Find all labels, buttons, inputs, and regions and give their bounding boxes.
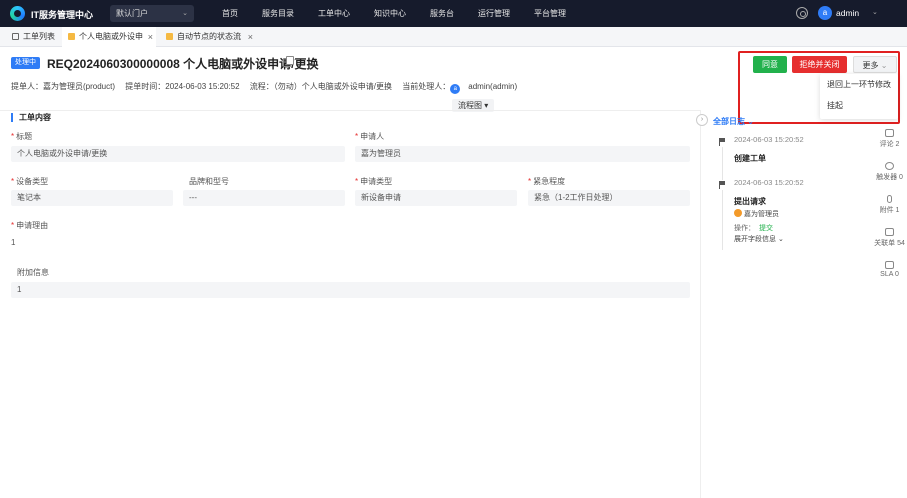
main-nav: 首页 服务目录 工单中心 知识中心 服务台 运行管理 平台管理 (210, 0, 578, 27)
log-filter-label: 全部日志 (713, 117, 745, 126)
caret-down-icon: ▾ (484, 101, 489, 110)
timeline-time: 2024-06-03 15:20:52 (734, 178, 804, 187)
section-title: 工单内容 (11, 113, 51, 122)
user-avatar-icon (734, 209, 742, 217)
chevron-down-icon: ⌄ (777, 236, 784, 243)
app-logo-icon (10, 6, 25, 21)
nav-item-service-catalog[interactable]: 服务目录 (250, 0, 306, 27)
expand-fields-link[interactable]: 展开字段信息 ⌄ (734, 234, 784, 244)
page-title: REQ2024060300000008 个人电脑或外设申请/更换 (47, 57, 319, 71)
timeline-user: 嘉为管理员 (734, 209, 779, 219)
close-icon[interactable]: × (148, 27, 153, 47)
brand-field: --- (183, 190, 345, 206)
timeline-time: 2024-06-03 15:20:52 (734, 135, 804, 144)
settings-gear-icon[interactable] (796, 7, 808, 19)
app-title: IT服务管理中心 (31, 10, 93, 20)
handler-avatar: a (450, 84, 461, 94)
nav-item-ticket-center[interactable]: 工单中心 (306, 0, 362, 27)
handler-label: 当前处理人： (402, 82, 451, 91)
tab-ticket-list[interactable]: 工单列表 (6, 27, 62, 47)
more-label: 更多 (862, 61, 879, 70)
nav-item-home[interactable]: 首页 (210, 0, 250, 27)
trigger-icon (885, 162, 894, 170)
title-label: * 标题 (11, 132, 33, 141)
timeline-operation: 操作： 提交 (734, 225, 773, 232)
nav-item-platform[interactable]: 平台管理 (522, 0, 578, 27)
side-item-related[interactable]: 关联单 54 (872, 228, 907, 248)
reject-close-button[interactable]: 拒绝并关闭 (792, 56, 847, 73)
nav-item-operations[interactable]: 运行管理 (466, 0, 522, 27)
reason-value: 1 (11, 238, 16, 247)
comment-icon (885, 129, 894, 137)
chevron-down-icon: ⌄ (880, 61, 888, 70)
submitter: 提单人：嘉为管理员(product) (11, 82, 116, 91)
applicant-label: * 申请人 (355, 132, 385, 141)
portal-select-value: 默认门户 (116, 9, 148, 18)
tab-label: 自动节点的状态流 (177, 32, 241, 41)
tab-ticket-detail[interactable]: 个人电脑或外设申 × (62, 27, 156, 47)
portal-select[interactable]: 默认门户 ⌄ (110, 5, 194, 22)
sla-icon (885, 261, 894, 269)
ticket-icon (166, 33, 173, 40)
menu-item-return-previous[interactable]: 退回上一环节修改 (820, 74, 898, 95)
title-field: 个人电脑或外设申请/更换 (11, 146, 345, 162)
flag-icon (717, 137, 727, 147)
divider (0, 110, 700, 111)
nav-item-knowledge[interactable]: 知识中心 (362, 0, 418, 27)
brand-label: 品牌和型号 (189, 177, 229, 186)
apply-type-label: * 申请类型 (355, 177, 393, 186)
ticket-icon (68, 33, 75, 40)
side-item-sla[interactable]: SLA 0 (872, 261, 907, 278)
document-icon (12, 33, 19, 40)
more-button[interactable]: 更多 ⌄ (853, 56, 897, 73)
panel-divider (700, 110, 701, 498)
tab-auto-node-flow[interactable]: 自动节点的状态流 × (160, 27, 256, 47)
user-name[interactable]: admin (836, 8, 859, 18)
chevron-down-icon: ⌄ (182, 10, 188, 17)
apply-type-field: 新设备申请 (355, 190, 517, 206)
collapse-panel-icon[interactable]: › (696, 114, 708, 126)
status-badge: 处理中 (11, 57, 40, 69)
menu-item-suspend[interactable]: 挂起 (820, 95, 898, 116)
tab-label: 个人电脑或外设申 (79, 32, 143, 41)
user-menu-chevron-icon[interactable]: ⌄ (872, 8, 878, 16)
extra-info-field: 1 (11, 282, 690, 298)
submit-time: 提单时间：2024-06-03 15:20:52 (125, 82, 240, 91)
urgency-label: * 紧急程度 (528, 177, 566, 186)
extra-info-label: 附加信息 (17, 268, 49, 277)
applicant-field: 嘉为管理员 (355, 146, 690, 162)
nav-item-service-desk[interactable]: 服务台 (418, 0, 466, 27)
handler-name: admin(admin) (468, 82, 518, 91)
side-item-attachments[interactable]: 附件 1 (872, 195, 907, 215)
side-item-triggers[interactable]: 触发器 0 (872, 162, 907, 182)
side-item-comments[interactable]: 评论 2 (872, 129, 907, 149)
tab-bar: 工单列表 个人电脑或外设申 × 自动节点的状态流 × (0, 27, 907, 47)
close-icon[interactable]: × (248, 27, 253, 47)
ticket-meta: 提单人：嘉为管理员(product) 提单时间：2024-06-03 15:20… (11, 81, 525, 94)
user-avatar[interactable]: a (818, 6, 832, 20)
flag-icon (717, 180, 727, 190)
device-type-label: * 设备类型 (11, 177, 49, 186)
copy-icon[interactable] (283, 56, 294, 67)
chevron-down-icon: ⌄ (747, 117, 754, 126)
more-dropdown: 退回上一环节修改 挂起 (820, 74, 898, 119)
tab-label: 工单列表 (23, 32, 55, 41)
reason-label: * 申请理由 (11, 221, 49, 230)
link-icon (885, 228, 894, 236)
flow-chart-label: 流程图 (458, 101, 482, 110)
paperclip-icon (887, 195, 892, 203)
timeline-line (722, 140, 723, 250)
agree-button[interactable]: 同意 (753, 56, 787, 73)
timeline-title: 提出请求 (734, 197, 766, 206)
log-filter-select[interactable]: 全部日志 ⌄ (713, 116, 754, 127)
flow-name: 流程：（勿动）个人电脑或外设申请/更换 (249, 82, 393, 91)
urgency-field: 紧急（1-2工作日处理） (528, 190, 690, 206)
top-bar: IT服务管理中心 默认门户 ⌄ 首页 服务目录 工单中心 知识中心 服务台 运行… (0, 0, 907, 27)
device-type-field: 笔记本 (11, 190, 173, 206)
timeline-title: 创建工单 (734, 154, 766, 163)
